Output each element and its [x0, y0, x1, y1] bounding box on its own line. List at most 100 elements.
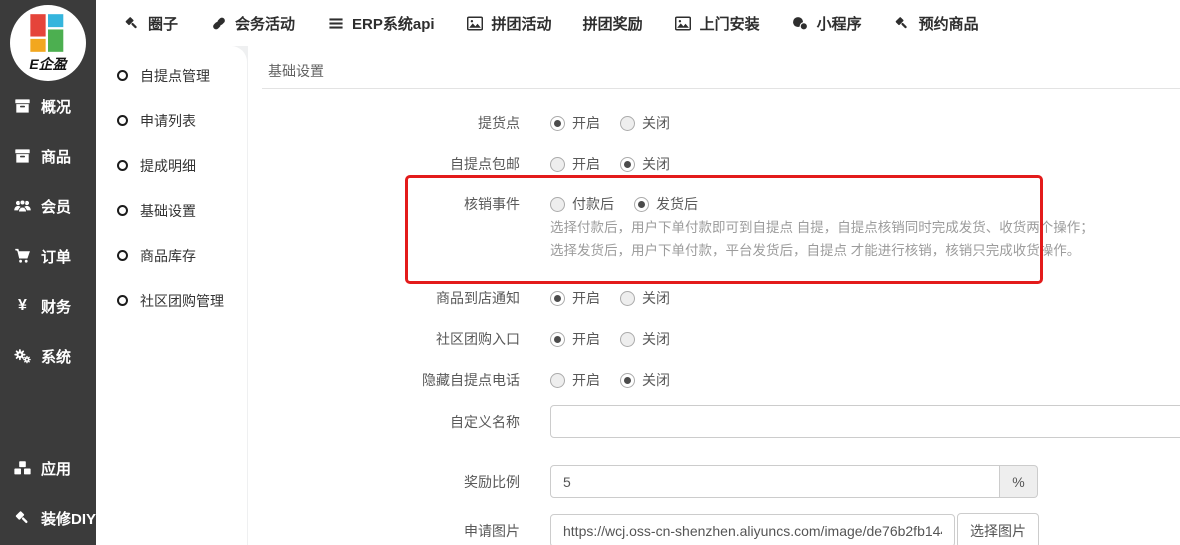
cogs-icon — [13, 348, 32, 365]
menu-gap — [0, 381, 96, 443]
radio-option-off[interactable]: 关闭 — [620, 154, 670, 174]
gavel-icon — [122, 15, 141, 32]
free-shipping-radio-group: 开启 关闭 — [550, 154, 670, 174]
form-row-community-entry: 社区团购入口 开启 关闭 — [248, 329, 670, 349]
sidebar-item-finance[interactable]: ¥ 财务 — [0, 281, 96, 331]
admin-screen: E企盈 概况 商品 会员 订单 ¥ 财务 — [0, 0, 1180, 545]
choose-image-button[interactable]: 选择图片 — [957, 513, 1039, 545]
hide-phone-radio-group: 开启 关闭 — [550, 370, 670, 390]
percent-addon: % — [1000, 465, 1038, 498]
community-entry-radio-group: 开启 关闭 — [550, 329, 670, 349]
radio-option-after-payment[interactable]: 付款后 — [550, 194, 614, 214]
form-row-apply-image: 申请图片 选择图片 — [248, 513, 1039, 545]
archive-icon — [13, 98, 32, 115]
topnav-item-reserve-product[interactable]: 预约商品 — [893, 13, 979, 34]
form-row-custom-name: 自定义名称 — [248, 405, 1180, 438]
topnav-item-conference[interactable]: 会务活动 — [209, 13, 295, 34]
radio-icon — [550, 197, 565, 212]
logo-pinwheel-icon — [24, 13, 72, 53]
verification-event-radio-group: 付款后 发货后 — [550, 194, 698, 214]
field-label: 申请图片 — [248, 521, 520, 541]
cart-icon — [13, 248, 32, 265]
secondary-sidebar: 自提点管理 申请列表 提成明细 基础设置 商品库存 社区团购管理 — [96, 46, 247, 545]
topnav-item-door-install[interactable]: 上门安装 — [674, 13, 760, 34]
radio-icon — [550, 157, 565, 172]
radio-icon — [620, 373, 635, 388]
sidebar-item-apps[interactable]: 应用 — [0, 443, 96, 493]
circle-o-icon — [117, 160, 128, 171]
gavel-icon — [893, 15, 912, 32]
radio-option-on[interactable]: 开启 — [550, 288, 600, 308]
wechat-icon — [791, 15, 810, 32]
sidebar-item-members[interactable]: 会员 — [0, 181, 96, 231]
link-icon — [209, 15, 228, 32]
topnav-item-groupon-activity[interactable]: 拼团活动 — [466, 13, 552, 34]
form-row-free-shipping: 自提点包邮 开启 关闭 — [248, 154, 670, 174]
arrival-notice-radio-group: 开启 关闭 — [550, 288, 670, 308]
form-row-reward-ratio: 奖励比例 % — [248, 465, 1038, 498]
radio-option-after-shipping[interactable]: 发货后 — [634, 194, 698, 214]
image-icon — [674, 15, 693, 32]
topnav-item-groupon-reward[interactable]: 拼团奖励 — [583, 13, 643, 34]
form-row-arrival-notice: 商品到店通知 开启 关闭 — [248, 288, 670, 308]
form-row-hide-phone: 隐藏自提点电话 开启 关闭 — [248, 370, 670, 390]
topnav-item-erp-api[interactable]: ERP系统api — [326, 13, 435, 34]
field-label: 自定义名称 — [248, 412, 520, 432]
radio-option-off[interactable]: 关闭 — [620, 113, 670, 133]
radio-icon — [550, 332, 565, 347]
submenu-item-basic-settings[interactable]: 基础设置 — [96, 188, 247, 233]
radio-option-off[interactable]: 关闭 — [620, 288, 670, 308]
field-label: 核销事件 — [248, 194, 520, 214]
radio-icon — [620, 157, 635, 172]
topnav-item-mini-program[interactable]: 小程序 — [791, 13, 862, 34]
circle-o-icon — [117, 250, 128, 261]
field-label: 商品到店通知 — [248, 288, 520, 308]
sidebar-item-orders[interactable]: 订单 — [0, 231, 96, 281]
circle-o-icon — [117, 205, 128, 216]
submenu-item-commission-detail[interactable]: 提成明细 — [96, 143, 247, 188]
title-divider — [262, 88, 1180, 89]
custom-name-input[interactable] — [550, 405, 1180, 438]
reward-ratio-input-group: % — [550, 465, 1038, 498]
brand-name: E企盈 — [10, 54, 86, 74]
sidebar-item-decorate-diy[interactable]: 装修DIY — [0, 493, 96, 543]
reward-ratio-input[interactable] — [550, 465, 1000, 498]
top-nav: 圈子 会务活动 ERP系统api 拼团活动 拼团奖励 上门安装 小程序 — [96, 0, 1180, 46]
sidebar-item-system[interactable]: 系统 — [0, 331, 96, 381]
primary-menu: 概况 商品 会员 订单 ¥ 财务 系统 应 — [0, 81, 96, 543]
settings-panel: 基础设置 提货点 开启 关闭 自提点包邮 开启 关闭 核销事件 — [248, 46, 1180, 545]
radio-option-off[interactable]: 关闭 — [620, 329, 670, 349]
radio-icon — [550, 373, 565, 388]
apply-image-url-input[interactable] — [550, 514, 955, 545]
image-icon — [466, 15, 485, 32]
users-icon — [13, 198, 32, 215]
verification-event-help-text: 选择付款后，用户下单付款即可到自提点 自提，自提点核销同时完成发货、收货两个操作… — [550, 216, 1094, 262]
submenu-item-pickup-point-management[interactable]: 自提点管理 — [96, 53, 247, 98]
radio-option-on[interactable]: 开启 — [550, 329, 600, 349]
radio-icon — [620, 116, 635, 131]
topnav-item-circle[interactable]: 圈子 — [122, 13, 178, 34]
field-label: 隐藏自提点电话 — [248, 370, 520, 390]
archive-icon — [13, 148, 32, 165]
radio-option-on[interactable]: 开启 — [550, 154, 600, 174]
yen-icon: ¥ — [13, 298, 32, 315]
sidebar-item-overview[interactable]: 概况 — [0, 81, 96, 131]
radio-icon — [550, 116, 565, 131]
form-row-verification-event: 核销事件 付款后 发货后 — [248, 194, 698, 214]
submenu-item-community-groupon-management[interactable]: 社区团购管理 — [96, 278, 247, 323]
field-label: 自提点包邮 — [248, 154, 520, 174]
radio-option-off[interactable]: 关闭 — [620, 370, 670, 390]
radio-option-on[interactable]: 开启 — [550, 370, 600, 390]
circle-o-icon — [117, 295, 128, 306]
submenu-item-product-stock[interactable]: 商品库存 — [96, 233, 247, 278]
workspace: 自提点管理 申请列表 提成明细 基础设置 商品库存 社区团购管理 — [96, 46, 1180, 545]
submenu-item-apply-list[interactable]: 申请列表 — [96, 98, 247, 143]
page-title: 基础设置 — [268, 61, 324, 81]
radio-option-on[interactable]: 开启 — [550, 113, 600, 133]
form-row-pickup-point: 提货点 开启 关闭 — [248, 113, 670, 133]
radio-icon — [620, 291, 635, 306]
brand-logo: E企盈 — [10, 5, 86, 81]
gavel-icon — [13, 510, 32, 527]
sidebar-item-products[interactable]: 商品 — [0, 131, 96, 181]
list-icon — [326, 15, 345, 32]
